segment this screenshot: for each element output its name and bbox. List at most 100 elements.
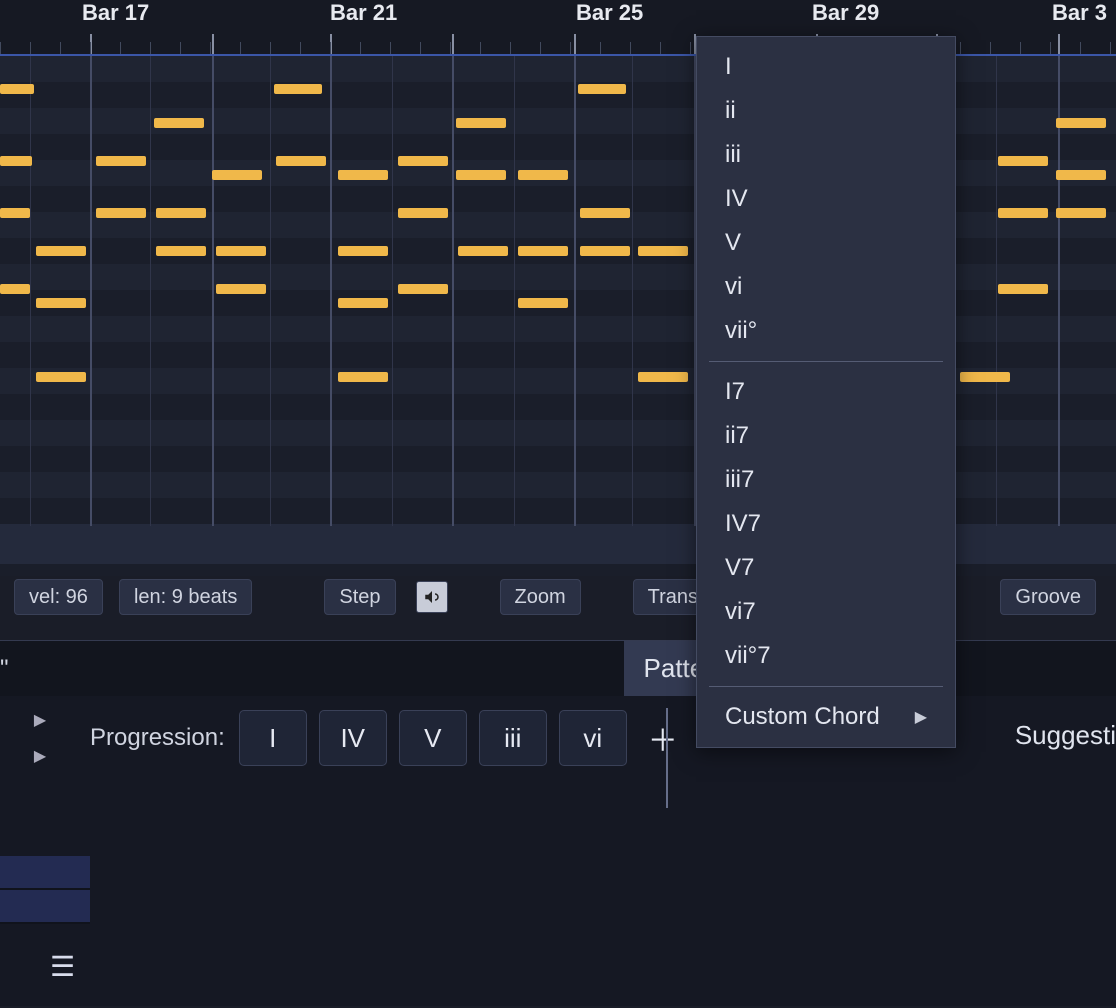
barline xyxy=(452,56,454,526)
chord-slot[interactable]: IV xyxy=(319,710,387,766)
menu-item-chord[interactable]: iii7 xyxy=(697,458,955,502)
ruler-tick-minor xyxy=(210,42,211,54)
menu-item-chord[interactable]: iii xyxy=(697,133,955,177)
ruler-tick-minor xyxy=(480,42,481,54)
midi-note[interactable] xyxy=(1056,208,1106,218)
midi-note[interactable] xyxy=(0,84,34,94)
midi-note[interactable] xyxy=(638,372,688,382)
midi-note[interactable] xyxy=(274,84,322,94)
gridline xyxy=(392,56,393,526)
midi-note[interactable] xyxy=(398,284,448,294)
menu-item-chord[interactable]: V7 xyxy=(697,546,955,590)
progression-label: Progression: xyxy=(90,724,225,752)
bar-label: Bar 21 xyxy=(330,0,397,26)
midi-note[interactable] xyxy=(518,170,568,180)
menu-item-chord[interactable]: ii xyxy=(697,89,955,133)
midi-note[interactable] xyxy=(36,246,86,256)
menu-item-chord[interactable]: vii° xyxy=(697,309,955,353)
midi-note[interactable] xyxy=(216,246,266,256)
midi-note[interactable] xyxy=(338,246,388,256)
menu-separator xyxy=(709,686,943,687)
midi-note[interactable] xyxy=(96,156,146,166)
midi-note[interactable] xyxy=(458,246,508,256)
midi-note[interactable] xyxy=(456,118,506,128)
midi-note[interactable] xyxy=(518,246,568,256)
menu-item-chord[interactable]: IV xyxy=(697,177,955,221)
midi-note[interactable] xyxy=(156,246,206,256)
menu-item-chord[interactable]: ii7 xyxy=(697,414,955,458)
barline xyxy=(90,56,92,526)
gridline xyxy=(270,56,271,526)
ruler-tick-minor xyxy=(60,42,61,54)
menu-item-chord[interactable]: IV7 xyxy=(697,502,955,546)
midi-note[interactable] xyxy=(998,208,1048,218)
suggestions-label[interactable]: Suggesti xyxy=(1015,720,1116,751)
midi-note[interactable] xyxy=(0,156,32,166)
midi-note[interactable] xyxy=(338,298,388,308)
midi-note[interactable] xyxy=(338,372,388,382)
ruler-tick-minor xyxy=(180,42,181,54)
midi-note[interactable] xyxy=(36,298,86,308)
midi-note[interactable] xyxy=(638,246,688,256)
midi-note[interactable] xyxy=(518,298,568,308)
midi-note[interactable] xyxy=(212,170,262,180)
midi-note[interactable] xyxy=(998,284,1048,294)
ruler-tick-minor xyxy=(450,42,451,54)
midi-note[interactable] xyxy=(276,156,326,166)
menu-icon[interactable]: ☰ xyxy=(50,950,75,983)
length-button[interactable]: len: 9 beats xyxy=(119,579,252,615)
menu-item-chord[interactable]: vii°7 xyxy=(697,634,955,678)
menu-item-chord[interactable]: vi xyxy=(697,265,955,309)
ruler-tick-minor xyxy=(0,42,1,54)
menu-separator xyxy=(709,361,943,362)
groove-button[interactable]: Groove xyxy=(1000,579,1096,615)
midi-note[interactable] xyxy=(0,284,30,294)
midi-note[interactable] xyxy=(156,208,206,218)
add-chord-button[interactable]: ＋ xyxy=(643,718,683,758)
ruler-tick-minor xyxy=(150,42,151,54)
menu-item-chord[interactable]: vi7 xyxy=(697,590,955,634)
chord-slot[interactable]: I xyxy=(239,710,307,766)
step-button[interactable]: Step xyxy=(324,579,395,615)
midi-note[interactable] xyxy=(96,208,146,218)
midi-note[interactable] xyxy=(0,208,30,218)
track-item[interactable] xyxy=(0,890,90,924)
chord-slot[interactable]: vi xyxy=(559,710,627,766)
barline xyxy=(574,56,576,526)
speaker-icon[interactable] xyxy=(416,581,448,613)
menu-item-chord[interactable]: I xyxy=(697,45,955,89)
midi-note[interactable] xyxy=(1056,118,1106,128)
velocity-button[interactable]: vel: 96 xyxy=(14,579,103,615)
midi-note[interactable] xyxy=(36,372,86,382)
ruler-tick-minor xyxy=(990,42,991,54)
midi-note[interactable] xyxy=(578,84,626,94)
ruler-tick-major xyxy=(212,34,214,54)
ruler-tick-minor xyxy=(660,42,661,54)
divider xyxy=(666,708,668,808)
ruler-tick-minor xyxy=(240,42,241,54)
chord-slot[interactable]: iii xyxy=(479,710,547,766)
midi-note[interactable] xyxy=(998,156,1048,166)
midi-note[interactable] xyxy=(960,372,1010,382)
ruler-tick-minor xyxy=(690,42,691,54)
expand-up-icon[interactable]: ▶ xyxy=(0,702,80,738)
menu-item-chord[interactable]: I7 xyxy=(697,370,955,414)
midi-note[interactable] xyxy=(1056,170,1106,180)
menu-item-custom-chord[interactable]: Custom Chord▶ xyxy=(697,695,955,739)
midi-note[interactable] xyxy=(580,246,630,256)
midi-note[interactable] xyxy=(580,208,630,218)
midi-note[interactable] xyxy=(338,170,388,180)
chord-slot[interactable]: V xyxy=(399,710,467,766)
zoom-button[interactable]: Zoom xyxy=(500,579,581,615)
ruler-tick-major xyxy=(574,34,576,54)
track-item[interactable] xyxy=(0,856,90,890)
expand-down-icon[interactable]: ▶ xyxy=(0,738,80,774)
midi-note[interactable] xyxy=(398,208,448,218)
midi-note[interactable] xyxy=(456,170,506,180)
barline xyxy=(330,56,332,526)
midi-note[interactable] xyxy=(398,156,448,166)
menu-item-chord[interactable]: V xyxy=(697,221,955,265)
midi-note[interactable] xyxy=(154,118,204,128)
ruler-tick-minor xyxy=(30,42,31,54)
midi-note[interactable] xyxy=(216,284,266,294)
